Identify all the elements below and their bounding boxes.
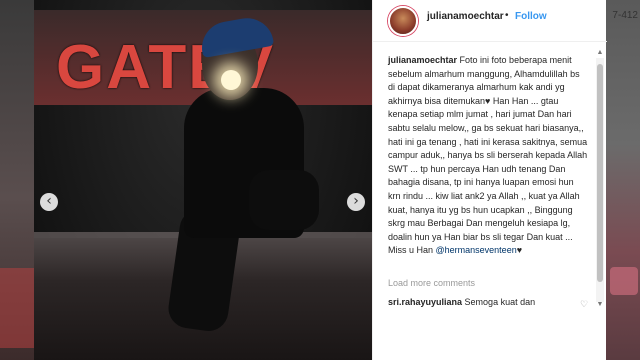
chevron-right-icon: › [353,193,359,209]
caption-text-end: ♥ [516,245,523,256]
photo-person-knee [249,170,319,230]
post-side-panel: julianamoechtar • Follow julianamoechtar… [372,0,607,360]
photo-phone-light [221,70,241,90]
follow-button[interactable]: Follow [515,11,547,22]
comments-scrollbar[interactable] [596,58,604,302]
comment-like-heart-icon[interactable]: ♡ [580,299,588,310]
post-header: julianamoechtar • Follow [373,0,607,42]
post-caption: julianamoechtar Foto ini foto beberapa m… [388,54,588,258]
carousel-prev-button[interactable]: ‹ [40,193,58,211]
chevron-left-icon: ‹ [46,193,52,209]
avatar[interactable] [388,6,418,36]
post-modal: GATEV ‹ › julianamoechtar • Follow julia… [34,0,607,360]
caption-text: Foto ini foto beberapa menit sebelum alm… [388,55,588,256]
load-more-comments-link[interactable]: Load more comments [388,278,475,288]
header-separator: • [505,10,509,21]
background-right: 7-412 [606,0,640,360]
background-sign [0,268,34,348]
background-peek-image [610,267,638,295]
scroll-down-arrow[interactable]: ▼ [596,300,604,310]
background-left [0,0,34,360]
background-peek-text: 7-412 [612,10,638,21]
comment-item: sri.rahayuyuliana Semoga kuat dan [388,296,588,308]
caption-username[interactable]: julianamoechtar [388,55,457,65]
scrollbar-thumb[interactable] [597,64,603,282]
post-photo[interactable]: GATEV ‹ › [34,0,372,360]
scroll-up-arrow[interactable]: ▲ [596,48,604,58]
comment-username[interactable]: sri.rahayuyuliana [388,297,462,307]
carousel-next-button[interactable]: › [347,193,365,211]
comment-text: Semoga kuat dan [462,297,536,307]
comments-area: julianamoechtar Foto ini foto beberapa m… [373,48,607,310]
caption-mention[interactable]: @hermanseventeen [436,245,517,255]
header-username[interactable]: julianamoechtar [427,11,504,22]
